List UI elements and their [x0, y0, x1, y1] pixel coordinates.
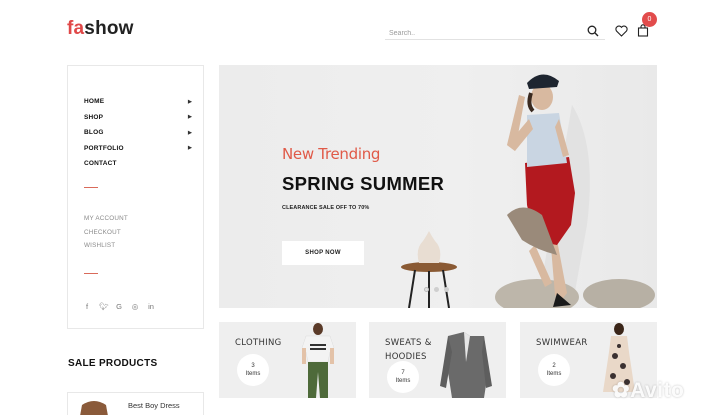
- logo-accent: fa: [67, 18, 85, 39]
- product-name: Best Boy Dress: [128, 401, 180, 410]
- wishlist-heart-icon[interactable]: [613, 23, 629, 39]
- sidebar: HOME ▶ SHOP ▶ BLOG ▶ PORTFOLIO ▶ CONTACT MY …: [67, 65, 204, 329]
- category-title: SWEATS & HOODIES: [385, 336, 432, 364]
- category-card-sweats-hoodies[interactable]: SWEATS & HOODIES 7 Items: [369, 322, 506, 398]
- nav-item-shop[interactable]: SHOP ▶: [84, 110, 192, 126]
- main-nav: HOME ▶ SHOP ▶ BLOG ▶ PORTFOLIO ▶ CONTACT: [84, 94, 192, 172]
- nav-item-label: PORTFOLIO: [84, 144, 124, 152]
- search-input[interactable]: [385, 25, 575, 42]
- twitter-icon[interactable]: 🐦︎: [99, 302, 109, 311]
- slider-dots: [424, 287, 449, 292]
- nav-item-label: BLOG: [84, 129, 104, 137]
- logo-text: show: [84, 18, 134, 39]
- nav-item-contact[interactable]: CONTACT: [84, 156, 192, 172]
- category-count-unit: Items: [395, 378, 411, 384]
- watermark-text: Avito: [630, 379, 685, 402]
- linkedin-icon[interactable]: in: [147, 302, 155, 311]
- link-checkout[interactable]: CHECKOUT: [84, 229, 128, 243]
- cart-count-badge: 0: [642, 12, 657, 27]
- instagram-icon[interactable]: ◎: [131, 302, 139, 311]
- hero-note: CLEARANCE SALE OFF TO 70%: [282, 205, 370, 211]
- chevron-right-icon: ▶: [187, 145, 192, 152]
- category-title-line: SWEATS &: [385, 338, 432, 348]
- product-thumbnail: [80, 401, 108, 415]
- hero-title: SPRING SUMMER: [282, 173, 445, 194]
- category-count-badge: 3 Items: [237, 354, 269, 386]
- divider: [84, 273, 98, 274]
- category-count-badge: 7 Items: [387, 361, 419, 393]
- facebook-icon[interactable]: f: [83, 302, 91, 311]
- search-icon[interactable]: [585, 23, 601, 39]
- link-my-account[interactable]: MY ACCOUNT: [84, 215, 128, 229]
- slider-dot[interactable]: [424, 287, 429, 292]
- nav-item-label: HOME: [84, 98, 105, 106]
- nav-item-portfolio[interactable]: PORTFOLIO ▶: [84, 141, 192, 157]
- category-card-clothing[interactable]: CLOTHING 3 Items: [219, 322, 356, 398]
- hero-banner: New Trending SPRING SUMMER CLEARANCE SAL…: [219, 65, 657, 308]
- clothing-model-image: [301, 323, 335, 398]
- category-count: 3: [251, 363, 255, 369]
- sale-product-item[interactable]: Best Boy Dress: [67, 392, 204, 415]
- jacket-image: [440, 332, 492, 398]
- nav-item-home[interactable]: HOME ▶: [84, 94, 192, 110]
- category-count-badge: 2 Items: [538, 354, 570, 386]
- chevron-right-icon: ▶: [187, 114, 192, 121]
- site-logo[interactable]: fashow: [67, 18, 134, 40]
- category-title-line: CLOTHING: [235, 338, 282, 348]
- link-wishlist[interactable]: WISHLIST: [84, 242, 128, 256]
- search-bar: [385, 22, 605, 42]
- category-title: CLOTHING: [235, 336, 282, 350]
- account-links: MY ACCOUNT CHECKOUT WISHLIST: [84, 215, 128, 256]
- shop-now-button[interactable]: SHOP NOW: [282, 241, 364, 265]
- nav-item-label: SHOP: [84, 113, 104, 121]
- category-count: 2: [552, 363, 556, 369]
- slider-dot[interactable]: [444, 287, 449, 292]
- nav-item-label: CONTACT: [84, 160, 117, 168]
- avito-watermark: ✿Avito: [612, 379, 685, 402]
- divider: [84, 187, 98, 188]
- social-links: f 🐦︎ G ◎ in: [83, 302, 155, 311]
- sale-products-heading: SALE PRODUCTS: [68, 358, 158, 369]
- category-count-unit: Items: [245, 371, 261, 377]
- nav-item-blog[interactable]: BLOG ▶: [84, 125, 192, 141]
- category-count: 7: [401, 370, 405, 376]
- chevron-right-icon: ▶: [187, 129, 192, 136]
- category-count-unit: Items: [546, 371, 562, 377]
- google-icon[interactable]: G: [115, 302, 123, 311]
- slider-dot[interactable]: [434, 287, 439, 292]
- chevron-right-icon: ▶: [187, 98, 192, 105]
- hero-subtitle: New Trending: [282, 145, 381, 163]
